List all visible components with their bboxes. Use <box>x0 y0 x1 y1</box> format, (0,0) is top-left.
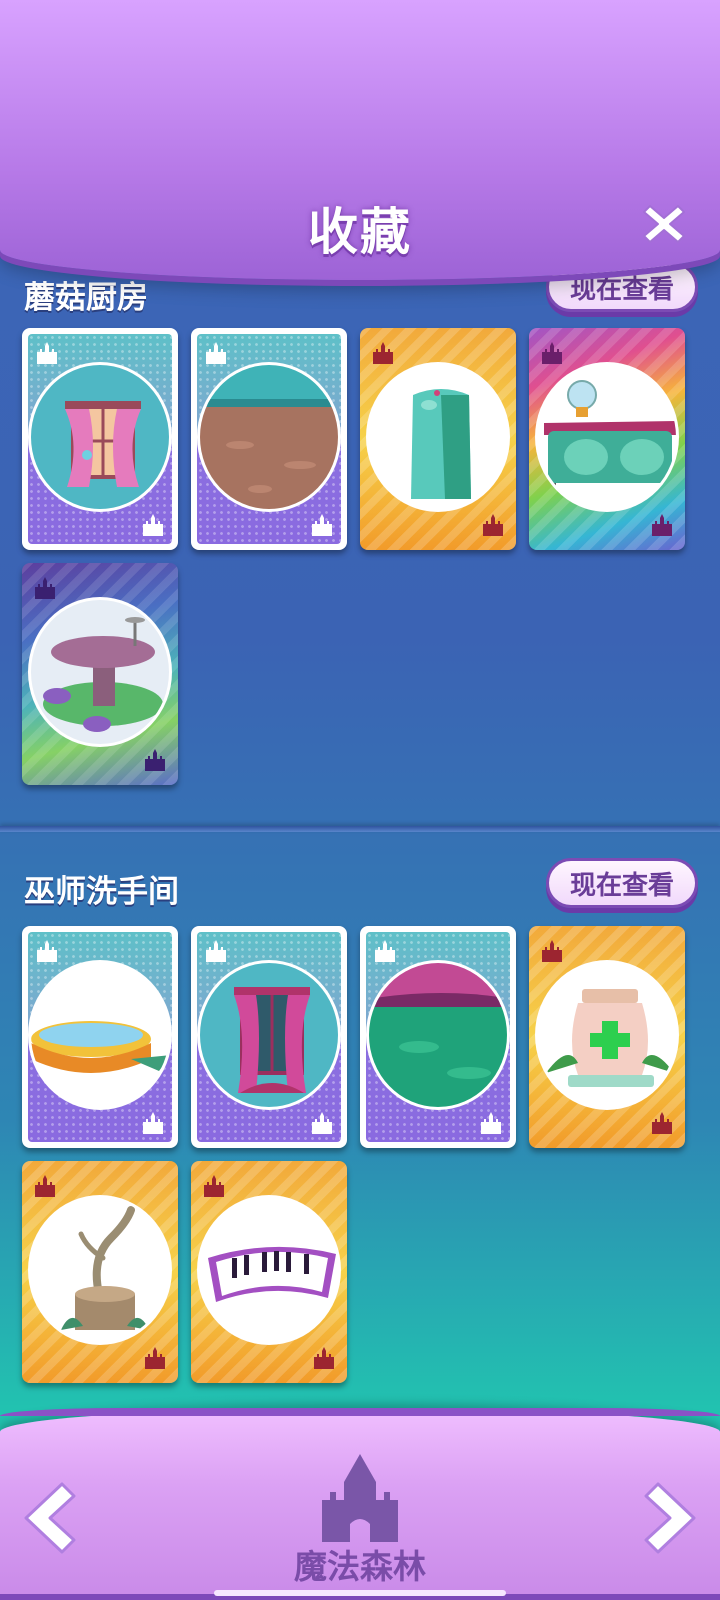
castle-icon <box>312 514 332 536</box>
item-image <box>535 362 679 512</box>
castle-icon <box>37 940 57 962</box>
castle-icon <box>481 1112 501 1134</box>
page-title: 收藏 <box>308 203 412 261</box>
castle-icon <box>314 1347 334 1369</box>
section-title-wizard-bathroom: 巫师洗手间 <box>24 874 179 910</box>
item-image <box>535 960 679 1110</box>
castle-icon <box>143 1112 163 1134</box>
castle-icon <box>35 1175 55 1197</box>
castle-icon <box>37 342 57 364</box>
close-icon <box>643 205 685 243</box>
item-image <box>28 597 172 747</box>
close-button[interactable] <box>636 196 692 252</box>
castle-icon <box>542 940 562 962</box>
collection-card[interactable] <box>22 563 178 785</box>
castle-icon <box>483 514 503 536</box>
castle-icon <box>373 342 393 364</box>
castle-icon <box>145 1347 165 1369</box>
collection-card[interactable] <box>191 328 347 550</box>
castle-icon <box>206 342 226 364</box>
item-image <box>197 1195 341 1345</box>
castle-icon <box>145 749 165 771</box>
collection-card[interactable] <box>360 926 516 1148</box>
world-name: 魔法森林 <box>294 1547 426 1586</box>
header-bar: 收藏 <box>0 0 720 280</box>
collection-card[interactable] <box>191 926 347 1148</box>
castle-icon <box>204 1175 224 1197</box>
collection-card[interactable] <box>22 1161 178 1383</box>
collection-card[interactable] <box>22 328 178 550</box>
collection-card[interactable] <box>529 328 685 550</box>
castle-icon <box>312 1112 332 1134</box>
collection-card[interactable] <box>529 926 685 1148</box>
collection-card[interactable] <box>191 1161 347 1383</box>
castle-icon <box>542 342 562 364</box>
collection-card[interactable] <box>22 926 178 1148</box>
castle-icon <box>652 514 672 536</box>
castle-icon <box>206 940 226 962</box>
item-image <box>197 362 341 512</box>
castle-icon <box>652 1112 672 1134</box>
collection-card[interactable] <box>360 328 516 550</box>
item-image <box>28 960 172 1110</box>
castle-icon <box>375 940 395 962</box>
next-world-button[interactable] <box>640 1478 704 1558</box>
view-now-button-wizard-bathroom[interactable]: 现在查看 <box>546 858 698 908</box>
section-divider <box>0 826 720 832</box>
home-indicator[interactable] <box>214 1590 506 1596</box>
item-image <box>28 362 172 512</box>
castle-icon <box>143 514 163 536</box>
item-image <box>366 960 510 1110</box>
castle-icon <box>322 1454 398 1542</box>
item-image <box>366 362 510 512</box>
item-image <box>197 960 341 1110</box>
castle-icon <box>35 577 55 599</box>
section-title-mushroom-kitchen: 蘑菇厨房 <box>24 280 148 316</box>
item-image <box>28 1195 172 1345</box>
